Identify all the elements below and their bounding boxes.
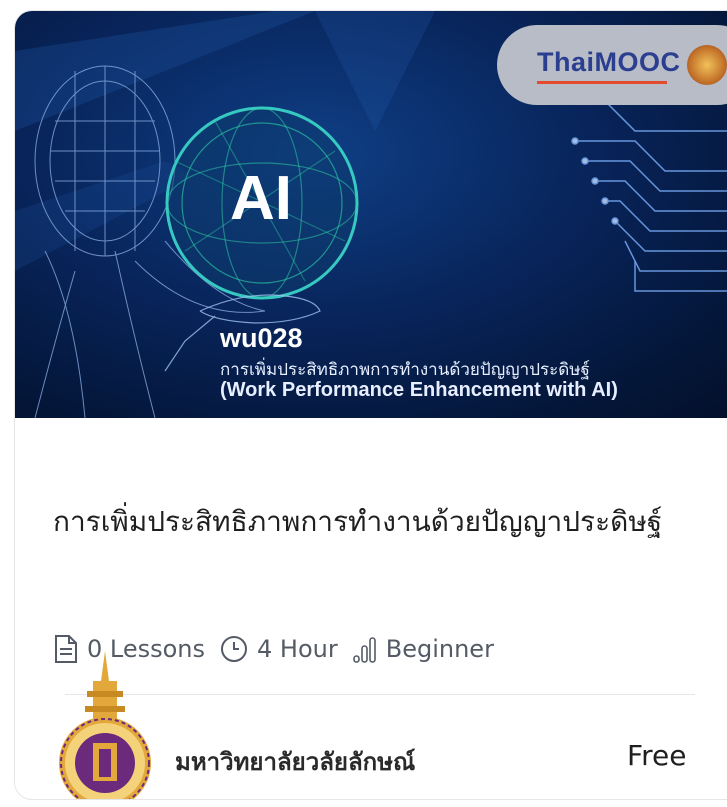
course-card[interactable]: ThaiMOOC AI wu028 การเพิ่มประสิทธิภาพการ… (14, 10, 727, 800)
thaimooc-logo-text: ThaiMOOC (537, 47, 681, 77)
university-name[interactable]: มหาวิทยาลัยวลัยลักษณ์ (175, 742, 415, 781)
thumbnail-subtitle-english: (Work Performance Enhancement with AI) (220, 379, 618, 401)
circuit-lines (551, 97, 727, 292)
price-label: Free (627, 739, 687, 772)
course-title[interactable]: การเพิ่มประสิทธิภาพการทำงานด้วยปัญญาประด… (53, 499, 713, 545)
thaimooc-logo-underline (537, 81, 667, 84)
thaimooc-badge: ThaiMOOC (497, 25, 727, 105)
level-meta: Beginner (352, 634, 494, 664)
course-thumbnail[interactable]: ThaiMOOC AI wu028 การเพิ่มประสิทธิภาพการ… (15, 11, 727, 418)
duration-text: 4 Hour (257, 635, 338, 663)
university-seal-icon (59, 651, 151, 799)
signal-bars-icon (352, 637, 376, 663)
duration-meta: 4 Hour (219, 634, 338, 664)
level-text: Beginner (385, 635, 494, 663)
clock-icon (221, 636, 248, 662)
course-code: wu028 (220, 323, 303, 353)
thaimooc-seal-icon (687, 45, 727, 85)
ai-label: AI (230, 164, 292, 233)
